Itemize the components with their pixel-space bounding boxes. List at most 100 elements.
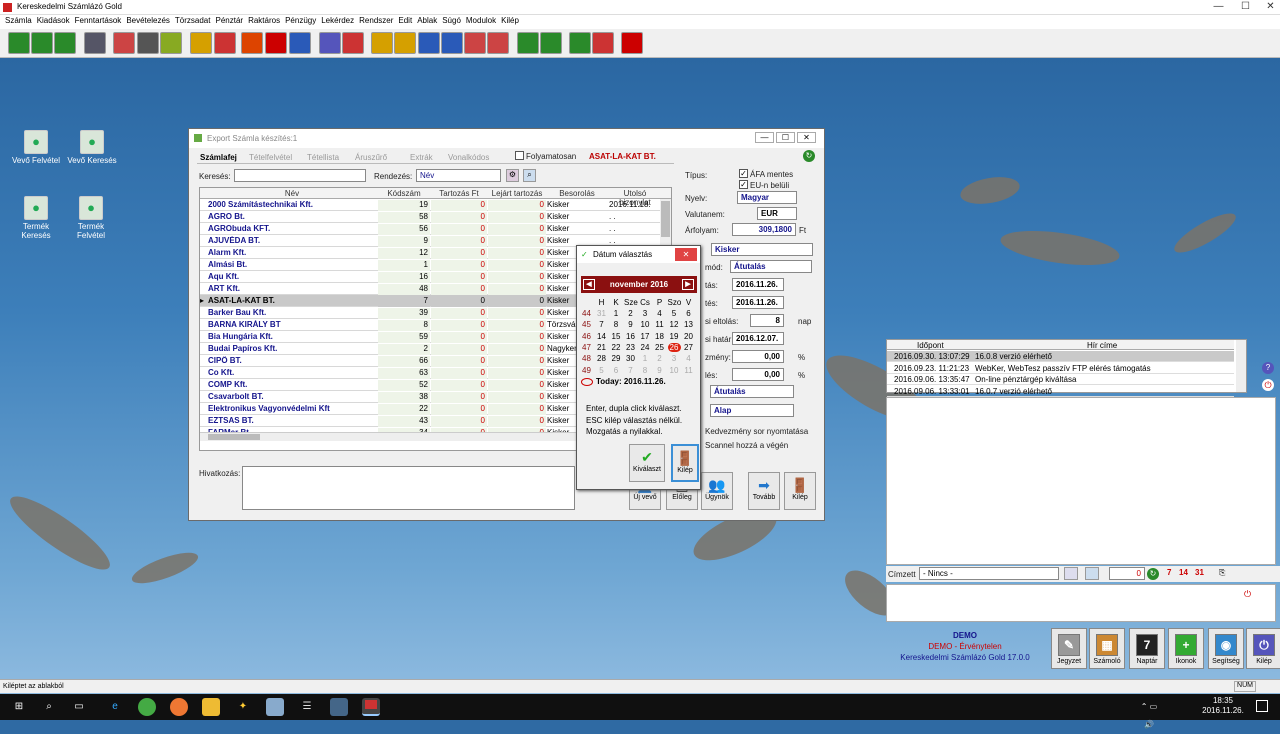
desktop-shortcut[interactable]: ● Vevő Keresés [67,130,117,165]
calendar-day[interactable]: 8 [639,366,652,375]
calendar-day[interactable]: 31 [595,309,608,318]
menu-item[interactable]: Raktáros [243,15,280,25]
ft-red-icon[interactable] [241,32,263,54]
calendar-day[interactable]: 8 [610,320,623,329]
calendar-day[interactable]: 6 [610,366,623,375]
table-row[interactable]: AGRObuda KFT. 56 0 0 Kisker. . [200,223,670,235]
pin-icon[interactable] [464,32,486,54]
calendar-day[interactable]: 21 [595,343,608,352]
eltolas-input[interactable]: 8 [750,314,784,327]
file-explorer-icon[interactable] [202,698,220,716]
alap-select[interactable]: Alap [710,404,794,417]
news-row[interactable]: 2016.09.06. 13:33:01 16.0.7 verzió elérhe… [887,386,1234,397]
afa-mentes-checkbox[interactable]: ✓ [739,169,748,178]
user-green-icon[interactable] [569,32,591,54]
eu-beluli-checkbox[interactable]: ✓ [739,180,748,189]
arfolyam-input[interactable]: 309,1800 [732,223,796,236]
help-icon[interactable]: ? [1262,362,1274,374]
calendar-31-icon[interactable]: 31 [1195,568,1204,577]
calendar-day[interactable]: 10 [639,320,652,329]
print-ft-icon[interactable] [113,32,135,54]
mod2-select[interactable]: Átutalás [710,385,794,398]
power-icon[interactable]: ⏻ [1262,379,1274,391]
column-header[interactable]: Lejárt tartozás [488,189,546,198]
window-minimize-button[interactable]: — [755,132,774,143]
calendar-day[interactable]: 5 [668,309,681,318]
exit-icon[interactable] [621,32,643,54]
search-icon[interactable]: ⌕ [523,169,536,182]
menu-item[interactable]: Súgó [437,15,461,25]
ft-blue-icon[interactable] [289,32,311,54]
minimize-button[interactable]: — [1205,0,1232,15]
column-header[interactable]: Tartozás Ft [431,189,487,198]
ft-icon[interactable] [137,32,159,54]
calendar-day[interactable]: 7 [624,366,637,375]
close-button[interactable]: ✕ [1257,0,1280,15]
calendar-day[interactable]: 4 [653,309,666,318]
start-button[interactable]: ⊞ [10,698,28,716]
kedvezmeny-input[interactable]: 0,00 [732,350,784,363]
calendar-day[interactable]: 26 [667,342,681,352]
calendar-day[interactable]: 9 [624,320,637,329]
ikonok-button[interactable]: + Ikonok [1168,628,1204,669]
search-icon[interactable]: ⌕ [40,698,58,716]
edge-icon[interactable]: e [106,698,124,716]
message-box[interactable]: ⏻ [886,584,1276,622]
menu-item[interactable]: Edit [393,15,412,25]
gift-icon[interactable] [540,32,562,54]
jegyzet-button[interactable]: ✎ Jegyzet [1051,628,1087,669]
attachment-icon[interactable]: ⎘ [1219,568,1225,578]
printer-icon[interactable] [84,32,106,54]
maximize-button[interactable]: ☐ [1232,0,1259,15]
user-red-icon[interactable] [592,32,614,54]
app-icon[interactable] [266,698,284,716]
news-row[interactable]: 2016.09.06. 13:35:47 On-line pénztárgép k… [887,374,1234,385]
news-scrollbar[interactable] [1236,340,1246,392]
clock[interactable]: 18:35 2016.11.26. [1200,696,1246,716]
refresh-icon[interactable]: ↻ [1147,568,1159,580]
app-icon[interactable]: ✦ [234,698,252,716]
calendar-day[interactable]: 3 [639,309,652,318]
filter-icon[interactable]: ⚙ [506,169,519,182]
chrome-icon[interactable] [138,698,156,716]
tab-0[interactable]: Számlafej [200,153,237,162]
calendar-day[interactable]: 4 [682,354,695,363]
calendar-day[interactable]: 18 [653,332,666,341]
menu-item[interactable]: Bevételezés [121,15,170,25]
kivalaszt-button[interactable]: ✔ Kiválaszt [629,444,665,482]
calendar-day[interactable]: 6 [682,309,695,318]
prev-month-button[interactable]: ◀ [583,279,595,290]
menu-item[interactable]: Kiadások [32,15,70,25]
date-picker-kilep-button[interactable]: 🚪 Kilép [671,444,699,482]
menu-item[interactable]: Pénzügy [280,15,316,25]
calendar-day[interactable]: 24 [639,343,652,352]
calendar-day[interactable]: 11 [682,366,695,375]
kilép-button[interactable]: ⏻ Kilép [1246,628,1280,669]
firefox-icon[interactable] [170,698,188,716]
tab-4[interactable]: Extrák [410,153,433,162]
calendar-day[interactable]: 2 [653,354,666,363]
calendar-day[interactable]: 17 [639,332,652,341]
sort-select[interactable]: Név [416,169,501,182]
date-picker-close-button[interactable]: ✕ [675,248,697,261]
search-input[interactable] [234,169,366,182]
desktop-shortcut[interactable]: ● Termék Felvétel [66,196,116,240]
calendar-day[interactable]: 15 [610,332,623,341]
today-label[interactable]: Today: 2016.11.26. [596,377,666,386]
tab-5[interactable]: Vonalkódos [448,153,489,162]
menu-item[interactable]: Kilép [496,15,519,25]
calendar-day[interactable]: 25 [653,343,666,352]
calendar-day[interactable]: 1 [639,354,652,363]
calendar-day[interactable]: 16 [624,332,637,341]
calendar-day[interactable]: 22 [610,343,623,352]
calendar-day[interactable]: 5 [595,366,608,375]
news-row[interactable]: 2016.09.30. 13:07:29 16.0.8 verzió elérhe… [887,351,1234,362]
kedvezmeny2-input[interactable]: 0,00 [732,368,784,381]
window-maximize-button[interactable]: ☐ [776,132,795,143]
window-icon[interactable] [1085,567,1099,580]
szamlazo-taskbar-icon[interactable] [362,698,380,716]
desktop-shortcut[interactable]: ● Termék Keresés [11,196,61,240]
bag-icon[interactable] [342,32,364,54]
calendar-14-icon[interactable]: 14 [1179,568,1188,577]
user-icon[interactable] [418,32,440,54]
